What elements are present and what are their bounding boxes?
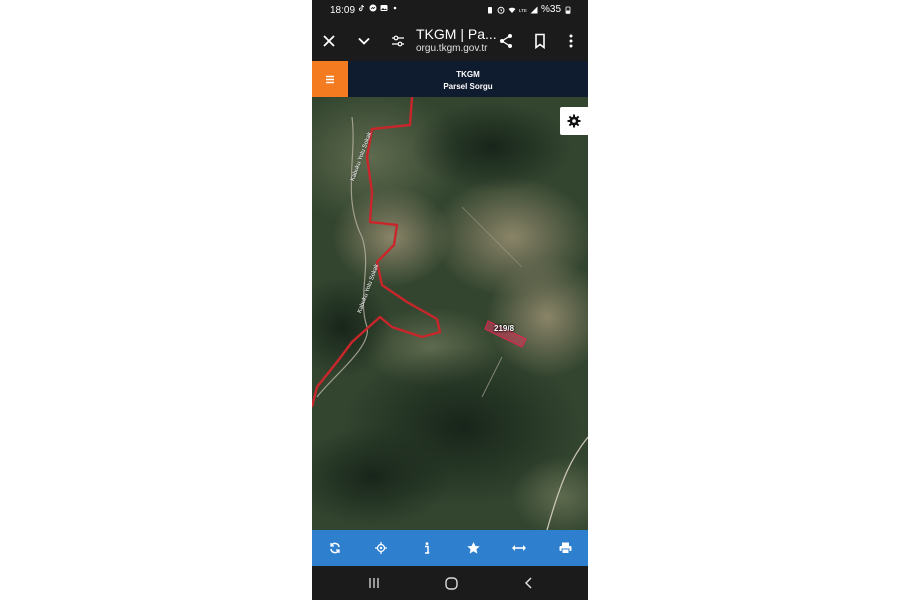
battery-percent: %35 (540, 4, 561, 15)
alarm-icon (497, 6, 505, 14)
site-header: TKGM Parsel Sorgu (312, 61, 588, 97)
info-icon[interactable] (417, 538, 437, 558)
svg-text:LTE: LTE (519, 8, 527, 13)
phone-screen: 18:09 LTE %35 TKGM | Pa... orgu.tkgm.gov… (312, 0, 588, 600)
bookmark-icon[interactable] (529, 30, 551, 52)
wifi-icon (508, 7, 516, 13)
locate-icon[interactable] (371, 538, 391, 558)
dot-icon (393, 6, 397, 10)
browser-toolbar: TKGM | Pa... orgu.tkgm.gov.tr (312, 22, 588, 60)
home-icon[interactable] (443, 575, 459, 591)
recents-icon[interactable] (366, 575, 382, 591)
gallery-icon (380, 5, 388, 11)
refresh-icon[interactable] (325, 538, 345, 558)
print-icon[interactable] (555, 538, 575, 558)
share-icon[interactable] (495, 30, 517, 52)
site-subtitle: Parsel Sorgu (443, 82, 493, 91)
map-toolbar (312, 530, 588, 566)
gear-icon (567, 114, 581, 128)
map-imagery (312, 97, 588, 530)
site-brand: TKGM (456, 70, 480, 79)
battery-icon (565, 6, 571, 14)
close-icon[interactable] (318, 30, 340, 52)
more-icon[interactable] (560, 30, 582, 52)
menu-button[interactable] (312, 61, 348, 97)
back-icon[interactable] (521, 575, 537, 591)
system-icons: LTE %35 (486, 4, 572, 15)
star-icon[interactable] (463, 538, 483, 558)
map-settings-button[interactable] (560, 107, 588, 135)
notification-icons (358, 4, 399, 12)
signal-icon (530, 6, 538, 13)
android-nav-bar (312, 566, 588, 600)
chevron-down-icon[interactable] (353, 30, 375, 52)
status-time: 18:09 (330, 5, 356, 16)
messenger-icon (369, 4, 377, 12)
status-bar: 18:09 LTE %35 (312, 0, 588, 22)
battery-saver-icon (487, 6, 492, 13)
measure-icon[interactable] (509, 538, 529, 558)
volte-icon: LTE (519, 8, 527, 13)
hamburger-icon (326, 75, 334, 83)
satellite-map[interactable]: Kabuku Yolu Sokak Kabuku Yolu Sokak 219/… (312, 97, 588, 530)
page-title[interactable]: TKGM | Pa... (416, 26, 497, 42)
tune-icon[interactable] (387, 30, 409, 52)
parcel-label[interactable]: 219/8 (494, 324, 514, 333)
tiktok-icon (358, 4, 365, 12)
url-host[interactable]: orgu.tkgm.gov.tr (416, 43, 488, 54)
